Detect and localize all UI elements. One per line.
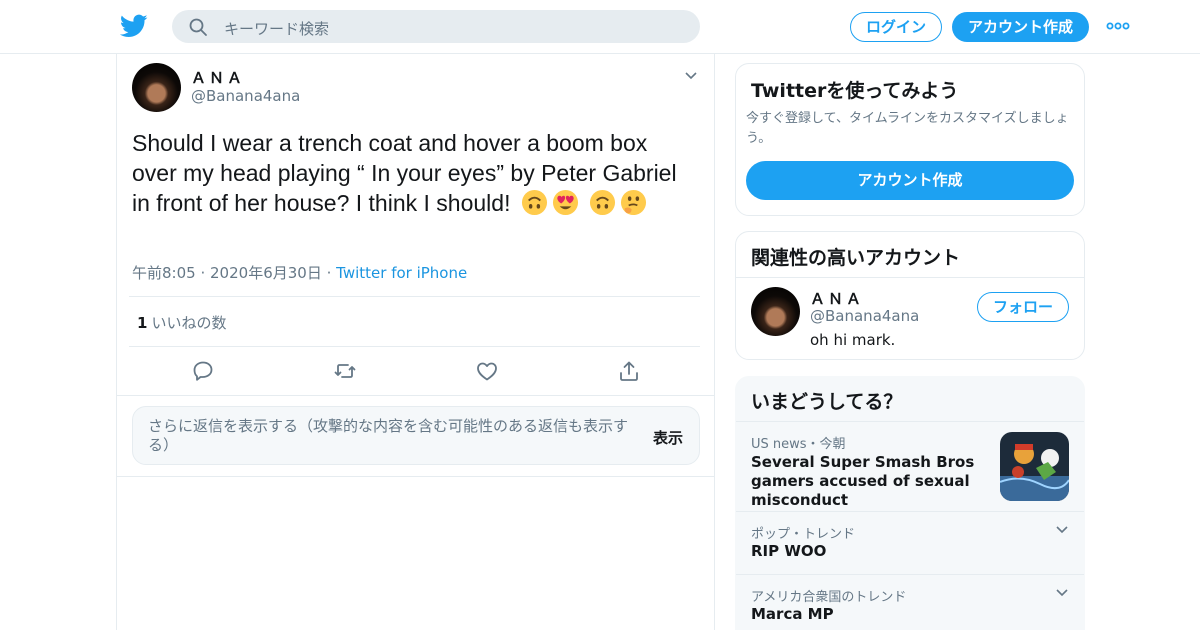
divider: [736, 421, 1084, 422]
share-icon[interactable]: [617, 359, 641, 383]
divider: [117, 395, 714, 396]
trends-title: いまどうしてる？: [751, 391, 903, 413]
avatar[interactable]: [751, 287, 800, 336]
divider: [736, 511, 1084, 512]
chevron-down-icon[interactable]: [1055, 525, 1069, 535]
divider: [117, 476, 714, 477]
tweet-author-handle[interactable]: @Banana4ana: [191, 87, 300, 105]
tweet-metadata: 午前8:05 · 2020年6月30日 · Twitter for iPhone: [132, 262, 467, 283]
trend-meta: アメリカ合衆国のトレンド: [751, 590, 907, 605]
tweet-column: ＡＮＡ @Banana4ana Should I wear a trench c…: [116, 54, 715, 630]
more-options-icon[interactable]: [1106, 19, 1130, 33]
show-replies-button[interactable]: 表示: [653, 427, 683, 448]
join-twitter-card: Twitterを使ってみよう 今すぐ登録して、タイムラインをカスタマイズしましょ…: [735, 63, 1085, 216]
like-count-label: いいねの数: [151, 314, 227, 332]
twitter-bird-icon[interactable]: [120, 12, 148, 40]
avatar[interactable]: [132, 63, 181, 112]
show-more-replies-text: さらに返信を表示する（攻撃的な内容を含む可能性のある返信も表示する）: [148, 417, 629, 454]
join-card-title: Twitterを使ってみよう: [751, 80, 959, 102]
trend-title: Several Super Smash Bros gamers accused …: [751, 453, 975, 509]
chevron-down-icon[interactable]: [1055, 588, 1069, 598]
login-button[interactable]: ログイン: [850, 12, 942, 42]
divider: [129, 346, 700, 347]
follow-button[interactable]: フォロー: [977, 292, 1069, 322]
relevant-accounts-title: 関連性の高いアカウント: [751, 247, 961, 269]
meta-separator: ·: [200, 264, 211, 282]
create-account-button[interactable]: アカウント作成: [746, 161, 1074, 200]
tweet-text: Should I wear a trench coat and hover a …: [132, 128, 692, 218]
tweet-author-name[interactable]: ＡＮＡ: [191, 67, 245, 88]
top-bar: キーワード検索 ログイン アカウント作成: [0, 0, 1200, 54]
signup-button[interactable]: アカウント作成: [952, 12, 1089, 42]
divider: [736, 277, 1084, 278]
trend-thumbnail-image: [1000, 432, 1069, 501]
like-heart-icon[interactable]: [475, 359, 499, 383]
join-card-description: 今すぐ登録して、タイムラインをカスタマイズしましょう。: [746, 111, 1069, 146]
like-count: 1: [137, 314, 148, 332]
meta-separator: ·: [326, 264, 337, 282]
search-placeholder: キーワード検索: [224, 20, 330, 38]
heart-eyes-face-icon: [552, 189, 578, 216]
upside-down-face-icon: [590, 189, 616, 216]
trend-meta: ポップ・トレンド: [751, 527, 856, 542]
account-handle[interactable]: @Banana4ana: [810, 307, 919, 325]
trend-meta: US news・今朝: [751, 437, 846, 452]
like-stats[interactable]: 1 いいねの数: [137, 312, 226, 333]
trend-title: Marca MP: [751, 605, 834, 623]
trend-title: RIP WOO: [751, 542, 827, 560]
search-icon: [189, 18, 207, 36]
tweet-source-link[interactable]: Twitter for iPhone: [336, 264, 467, 282]
tweet-time[interactable]: 午前8:05: [132, 264, 196, 282]
reply-icon[interactable]: [191, 359, 215, 383]
show-more-replies-banner[interactable]: さらに返信を表示する（攻撃的な内容を含む可能性のある返信も表示する） 表示: [132, 406, 700, 465]
divider: [736, 574, 1084, 575]
tweet-date[interactable]: 2020年6月30日: [210, 264, 322, 282]
account-name[interactable]: ＡＮＡ: [810, 288, 864, 309]
upside-down-face-icon: [521, 189, 547, 216]
chevron-down-icon[interactable]: [684, 71, 698, 81]
trends-card: いまどうしてる？ US news・今朝 Several Super Smash …: [735, 376, 1085, 630]
divider: [129, 296, 700, 297]
search-box[interactable]: キーワード検索: [172, 10, 700, 43]
retweet-icon[interactable]: [333, 359, 357, 383]
thinking-face-icon: [621, 189, 647, 216]
relevant-accounts-card: 関連性の高いアカウント ＡＮＡ @Banana4ana oh hi mark. …: [735, 231, 1085, 360]
account-bio: oh hi mark.: [810, 331, 896, 349]
